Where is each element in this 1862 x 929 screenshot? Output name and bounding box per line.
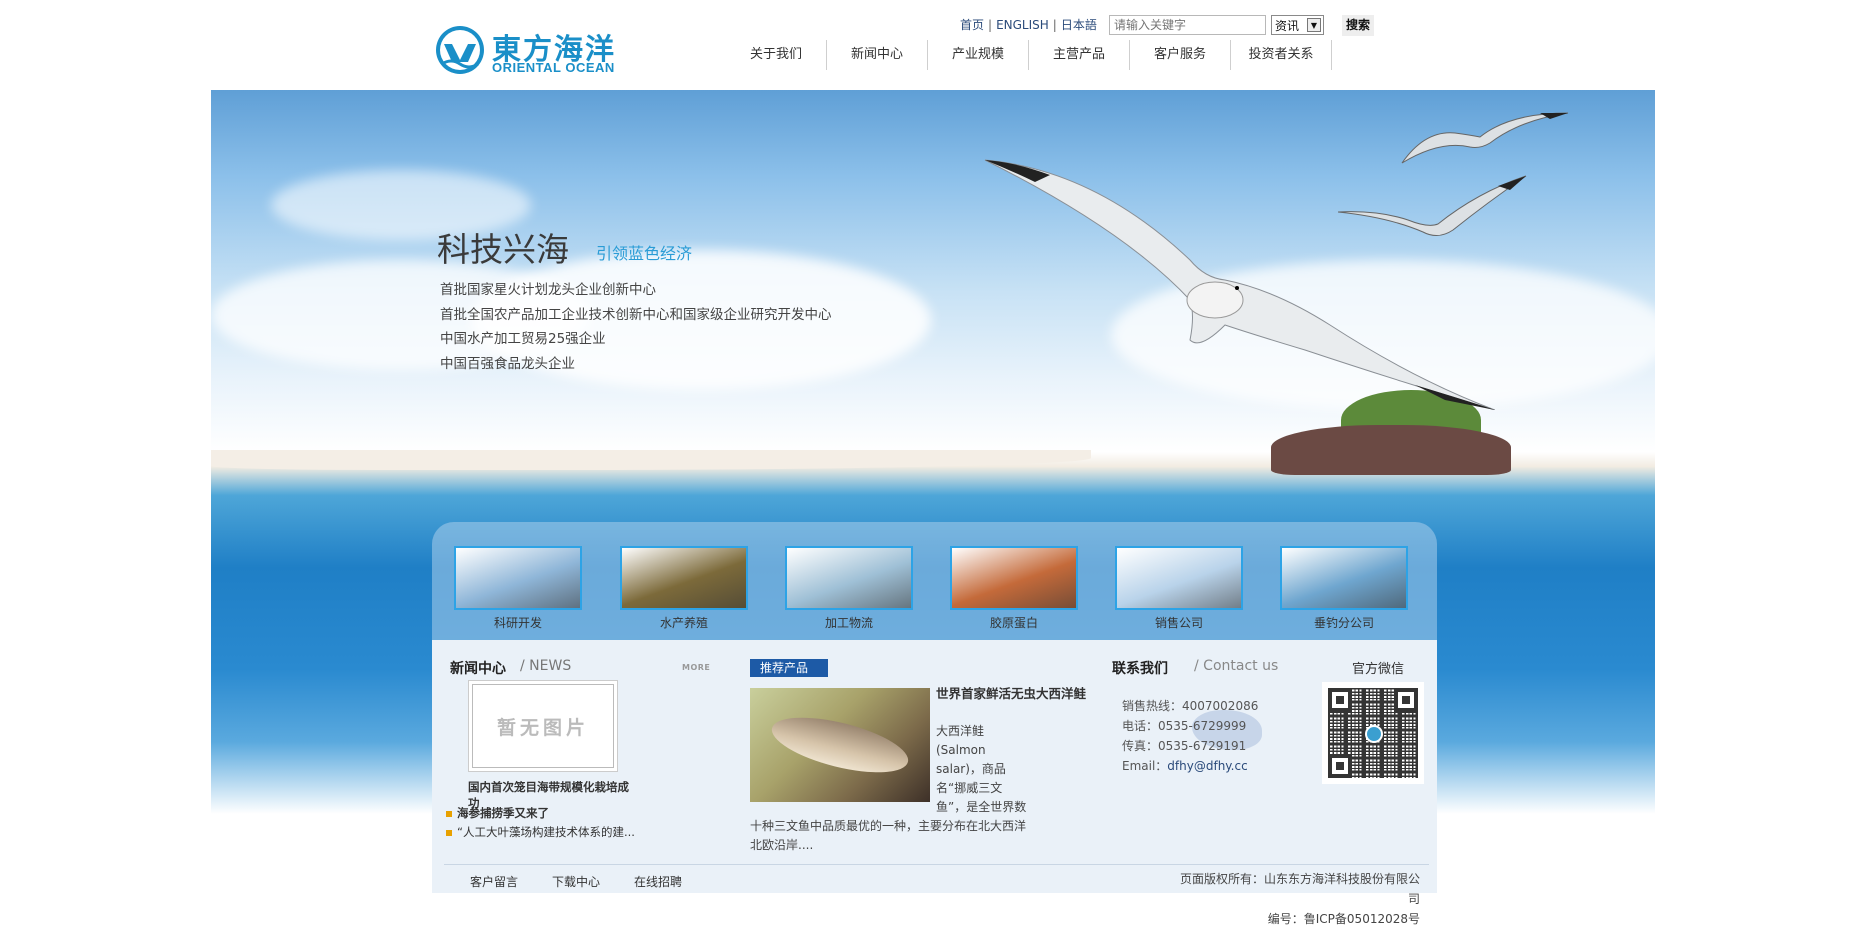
thumb-label[interactable]: 胶原蛋白 [950,614,1078,631]
nav-about[interactable]: 关于我们 [726,40,827,70]
sales-hotline: 销售热线：4007002086 [1122,699,1259,713]
search-category-select[interactable]: 资讯 ▼ [1271,15,1324,35]
qr-finder [1328,688,1352,712]
home-link[interactable]: 首页 [960,18,984,32]
contact-title-en: / Contact us [1194,658,1279,674]
news-featured-image[interactable]: 暂无图片 [468,680,618,772]
thumb-image[interactable] [620,546,748,610]
email-row: Email：dfhy@dfhy.cc [1122,756,1258,776]
hero-subtitle: 引领蓝色经济 [596,244,693,263]
recommended-product-tag: 推荐产品 [750,659,828,677]
news-title: 新闻中心 [450,661,506,677]
copyright-text: 页面版权所有：山东东方海洋科技股份有限公司 [1179,872,1420,906]
footer-link-feedback[interactable]: 客户留言 [470,873,518,890]
bullet-icon [446,810,452,817]
phone-number: 电话：0535-6729999 [1122,719,1247,733]
hero-line: 首批全国农产品加工企业技术创新中心和国家级企业研究开发中心 [440,306,832,323]
news-title-en: / NEWS [520,658,572,674]
nav-industry[interactable]: 产业规模 [928,40,1029,70]
thumb-image[interactable] [785,546,913,610]
news-list-item[interactable]: 海参捕捞季又来了 [446,805,549,821]
divider: | [1052,18,1057,32]
seagull-icon [1338,175,1527,236]
beach [211,450,1091,470]
dropdown-arrow-icon[interactable]: ▼ [1307,18,1321,32]
hero-line: 中国水产加工贸易25强企业 [440,331,606,347]
footer-divider [444,864,1429,865]
footer-link-careers[interactable]: 在线招聘 [634,873,682,890]
logo-wave-icon [436,26,484,74]
company-logo[interactable]: 東方海洋 ORIENTAL OCEAN [434,24,624,78]
thumb-image[interactable] [454,546,582,610]
fax-number: 传真：0535-6729191 [1122,739,1247,753]
email-link[interactable]: dfhy@dfhy.cc [1167,759,1247,773]
contact-info: 销售热线：4007002086 电话：0535-6729999 传真：0535-… [1122,696,1258,776]
japanese-link[interactable]: 日本語 [1061,18,1097,32]
qr-finder [1328,754,1352,778]
hero-line: 首批国家星火计划龙头企业创新中心 [440,282,656,298]
qr-finder [1394,688,1418,712]
search-input[interactable] [1109,15,1266,35]
text-wrap-spacer [750,722,936,804]
thumb-collagen[interactable]: 胶原蛋白 [950,546,1078,634]
news-more-link[interactable]: MORE [682,663,710,672]
thumb-label[interactable]: 加工物流 [785,614,913,631]
news-item-text[interactable]: 海参捕捞季又来了 [457,806,549,820]
thumb-image[interactable] [1280,546,1408,610]
icp-number[interactable]: 编号：鲁ICP备05012028号 [1172,909,1420,929]
news-item-text[interactable]: “人工大叶藻场构建技术体系的建... [457,825,635,839]
thumb-fishing[interactable]: 垂钓分公司 [1280,546,1408,634]
thumb-sales[interactable]: 销售公司 [1115,546,1243,634]
wechat-qr-code [1322,682,1424,784]
product-name[interactable]: 世界首家鲜活无虫大西洋鲑 [936,684,1086,703]
bullet-icon [446,829,452,836]
thumb-aquaculture[interactable]: 水产养殖 [620,546,748,634]
thumb-label[interactable]: 科研开发 [454,614,582,631]
hero-honors: 首批国家星火计划龙头企业创新中心 首批全国农产品加工企业技术创新中心和国家级企业… [440,278,832,376]
hero-title: 科技兴海 [437,230,569,269]
thumb-image[interactable] [950,546,1078,610]
island [1271,425,1511,475]
nav-products[interactable]: 主营产品 [1029,40,1130,70]
wechat-title: 官方微信 [1352,662,1405,677]
divider: | [988,18,993,32]
main-nav: 关于我们 新闻中心 产业规模 主营产品 客户服务 投资者关系 [726,40,1332,70]
contact-title: 联系我们 [1112,661,1168,677]
thumb-image[interactable] [1115,546,1243,610]
hero-line: 中国百强食品龙头企业 [440,355,575,372]
search-category-value: 资讯 [1275,19,1300,33]
search-button[interactable]: 搜索 [1342,15,1374,36]
thumb-label[interactable]: 垂钓分公司 [1280,614,1408,631]
email-label: Email： [1122,759,1168,773]
nav-service[interactable]: 客户服务 [1130,40,1231,70]
news-list-item[interactable]: “人工大叶藻场构建技术体系的建... [446,824,635,840]
language-links: 首页 | ENGLISH | 日本語 [960,16,1097,33]
nav-investors[interactable]: 投资者关系 [1231,40,1332,70]
footer-links: 客户留言 下载中心 在线招聘 [470,873,682,890]
english-link[interactable]: ENGLISH [996,18,1049,32]
content-panel: 新闻中心 / NEWS MORE 暂无图片 国内首次笼目海带规模化栽培成功 海参… [432,640,1437,926]
no-image-placeholder: 暂无图片 [472,684,614,768]
seagull-icon [1401,112,1569,164]
thumb-label[interactable]: 水产养殖 [620,614,748,631]
thumb-label[interactable]: 销售公司 [1115,614,1243,631]
business-thumbnails: 科研开发 水产养殖 加工物流 胶原蛋白 销售公司 垂钓分公司 [432,522,1437,640]
qr-logo-icon [1365,725,1383,743]
nav-news[interactable]: 新闻中心 [827,40,928,70]
thumb-research[interactable]: 科研开发 [454,546,582,634]
copyright: 页面版权所有：山东东方海洋科技股份有限公司 编号：鲁ICP备05012028号 [1172,869,1420,929]
product-description-block: 大西洋鲑(Salmon salar)，商品名“挪威三文鱼”，是全世界数十种三文鱼… [750,722,1032,855]
thumb-processing[interactable]: 加工物流 [785,546,913,634]
qr-pattern [1328,688,1418,778]
footer-link-downloads[interactable]: 下载中心 [552,873,600,890]
logo-text-en: ORIENTAL OCEAN [492,60,615,75]
